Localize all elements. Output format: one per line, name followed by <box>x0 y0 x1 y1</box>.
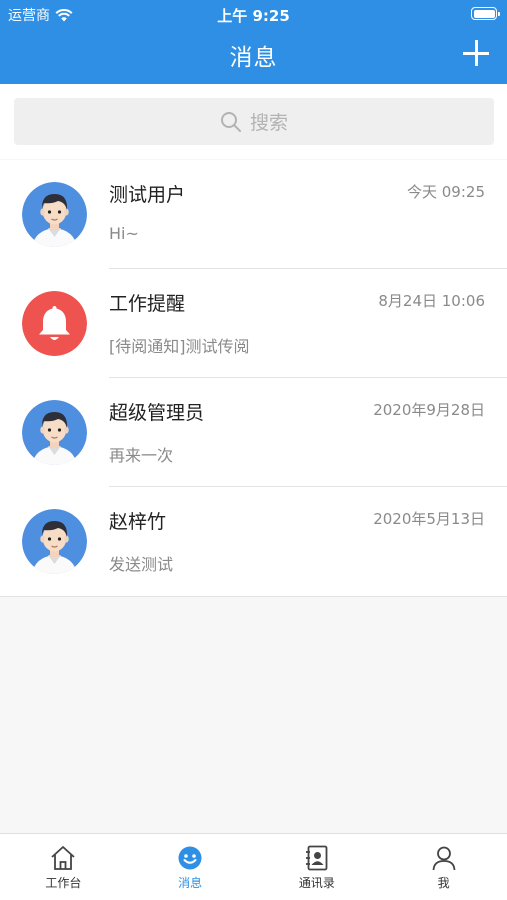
message-icon <box>178 846 202 870</box>
tab-contacts[interactable]: 通讯录 <box>254 834 381 900</box>
list-item[interactable]: 测试用户 今天 09:25 Hi~ <box>0 160 507 269</box>
bell-avatar <box>22 291 87 356</box>
tab-messages[interactable]: 消息 <box>127 834 254 900</box>
contact-name: 赵梓竹 <box>109 511 167 533</box>
message-time: 2020年9月28日 <box>373 401 485 419</box>
search-area: 搜索 <box>0 84 507 159</box>
page-title: 消息 <box>229 45 278 71</box>
status-time: 上午 9:25 <box>217 7 290 25</box>
search-placeholder: 搜索 <box>249 112 288 134</box>
bell-icon <box>22 291 87 356</box>
contact-name: 工作提醒 <box>109 293 186 315</box>
contact-name: 超级管理员 <box>109 402 205 424</box>
home-icon <box>51 846 75 870</box>
message-preview: 发送测试 <box>109 555 174 574</box>
list-item[interactable]: 工作提醒 8月24日 10:06 [待阅通知]测试传阅 <box>0 269 507 378</box>
user-avatar <box>22 400 87 465</box>
battery-icon <box>471 7 500 20</box>
search-input[interactable]: 搜索 <box>14 98 494 145</box>
add-button[interactable] <box>463 40 489 66</box>
user-avatar <box>22 182 87 247</box>
message-preview: 再来一次 <box>109 446 174 465</box>
tab-label: 我 <box>437 876 450 890</box>
status-bar: 运营商 上午 9:25 <box>0 0 507 28</box>
contact-name: 测试用户 <box>109 184 186 206</box>
tab-label: 消息 <box>178 876 203 890</box>
message-preview: Hi~ <box>109 224 139 243</box>
tab-label: 通讯录 <box>298 876 335 890</box>
nav-bar: 运营商 上午 9:25 消息 <box>0 0 507 84</box>
list-item[interactable]: 赵梓竹 2020年5月13日 发送测试 <box>0 487 507 596</box>
tab-label: 工作台 <box>45 876 82 890</box>
message-time: 8月24日 10:06 <box>378 292 485 310</box>
message-preview: [待阅通知]测试传阅 <box>109 337 250 356</box>
search-icon <box>220 111 241 132</box>
tab-bar: 工作台 消息 通讯录 我 <box>0 833 507 900</box>
user-avatar <box>22 509 87 574</box>
tab-workbench[interactable]: 工作台 <box>0 834 127 900</box>
profile-icon <box>432 846 456 871</box>
contacts-icon <box>305 845 328 871</box>
list-item[interactable]: 超级管理员 2020年9月28日 再来一次 <box>0 378 507 487</box>
conversation-list: 测试用户 今天 09:25 Hi~ 工作提醒 8月24日 10:06 [待阅通知… <box>0 160 507 597</box>
tab-me[interactable]: 我 <box>380 834 507 900</box>
message-time: 今天 09:25 <box>407 183 485 201</box>
message-time: 2020年5月13日 <box>373 510 485 528</box>
